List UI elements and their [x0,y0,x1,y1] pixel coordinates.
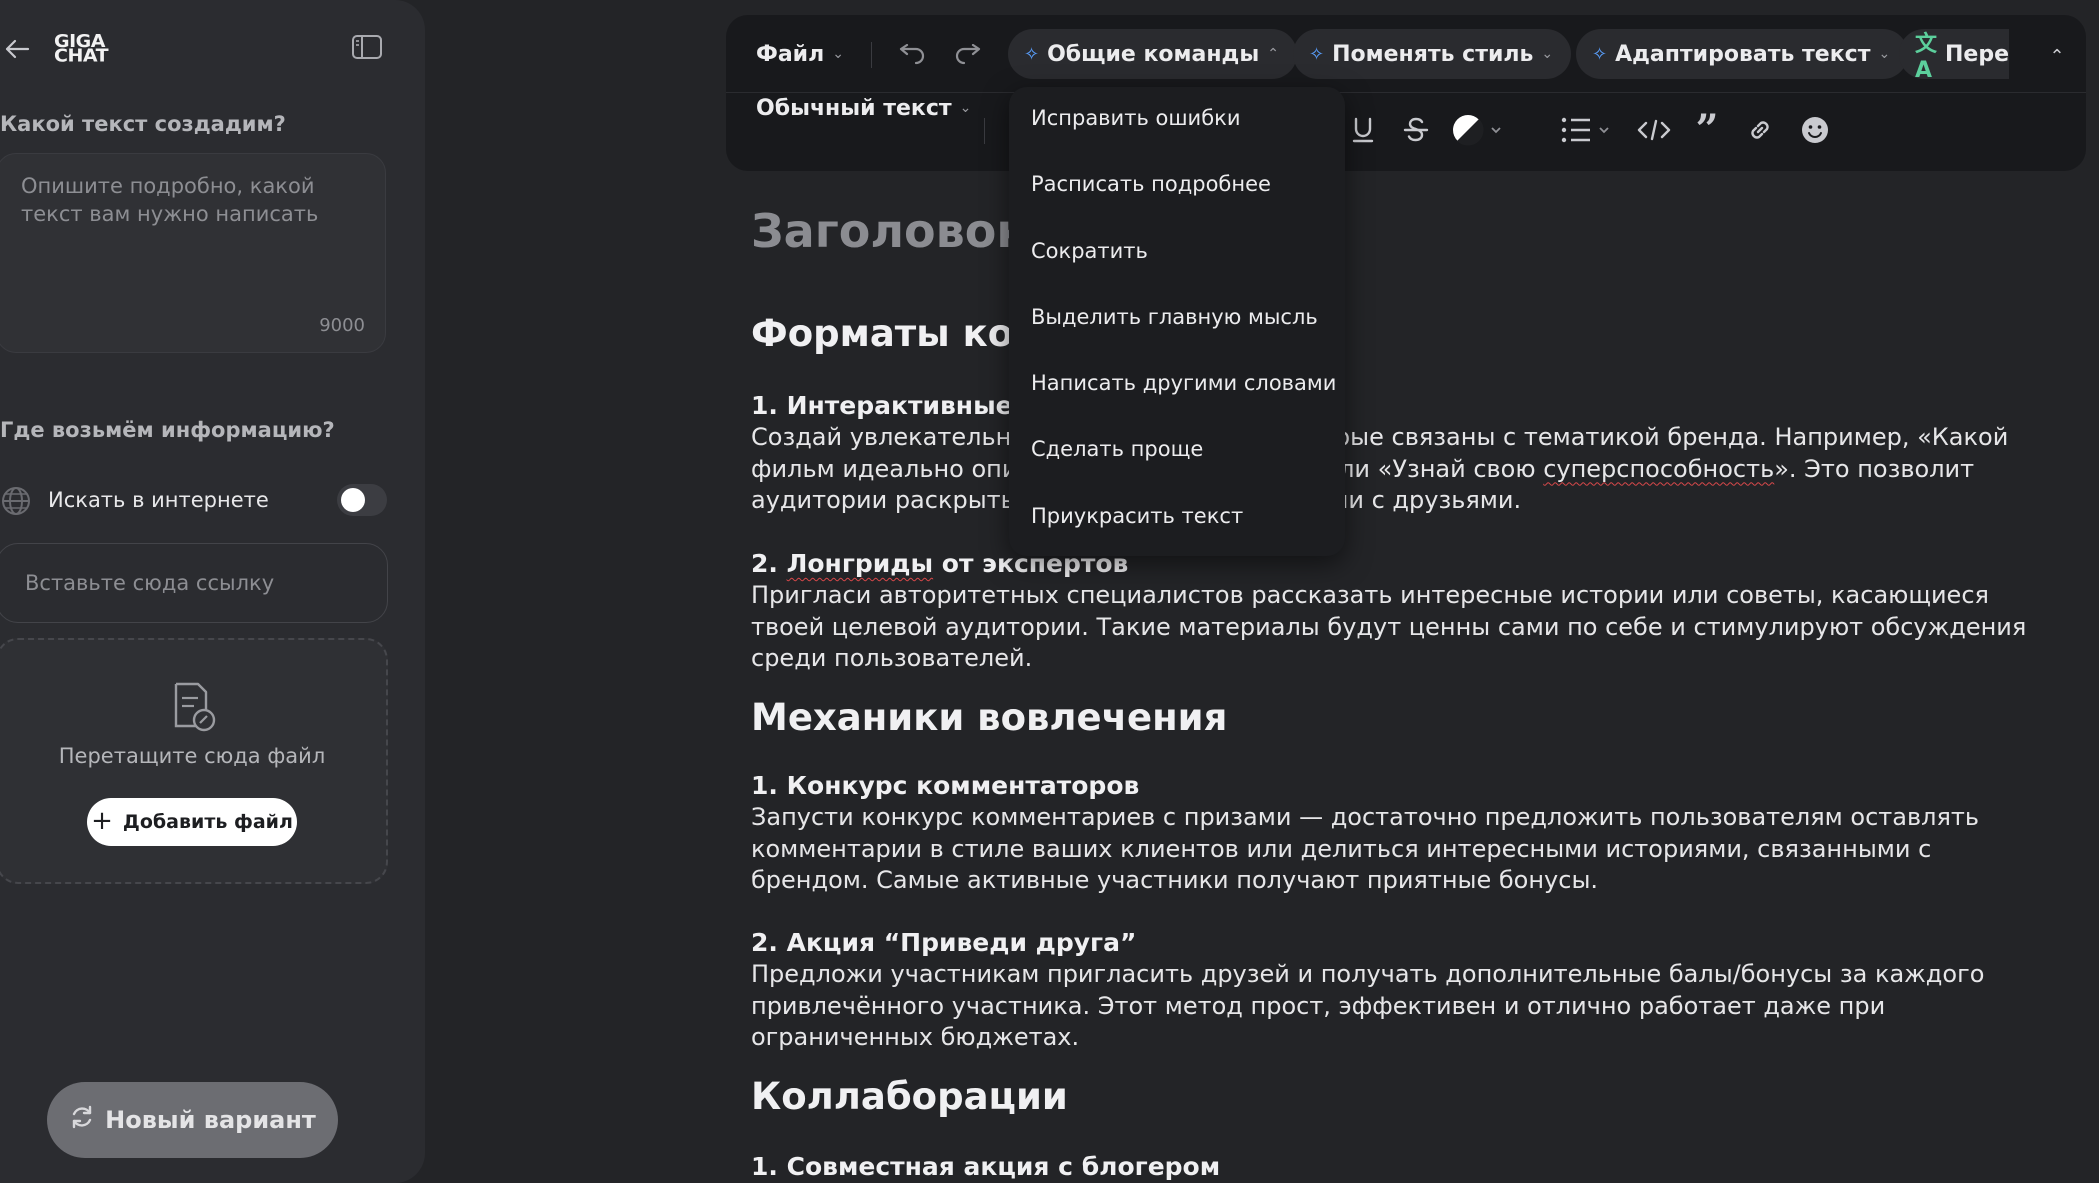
chevron-up-icon: ⌃ [1267,46,1279,62]
paragraph: Предложи участникам пригласить друзей и … [751,960,1985,1051]
menu-item-fix-errors[interactable]: Исправить ошибки [1031,106,1241,130]
editor-toolbar: Файл ⌄ ✧ Общие команды ⌃ ✧ Поменять стиль… [726,15,2086,171]
section-heading: Коллаборации [751,1075,1068,1118]
web-search-row: Искать в интернете [0,482,390,518]
text-style-label: Обычный текст [756,95,952,121]
toolbar-divider [871,42,872,68]
item-heading: 1. Интерактивные о [751,391,1039,420]
menu-item-expand[interactable]: Расписать подробнее [1031,172,1271,196]
link-icon[interactable] [1743,113,1777,147]
text-style-select[interactable]: Обычный текст ⌄ [756,83,971,133]
link-input[interactable] [0,543,388,623]
paragraph-line: Создай увлекательны торые связаны с темат… [751,422,2031,454]
gigachat-logo[interactable]: GIGA CHAT [54,32,109,67]
item-heading: 1. Совместная акция с блогером [751,1152,1221,1181]
undo-icon[interactable] [896,39,928,71]
document-title[interactable]: Заголовок [751,204,1028,258]
text-fragment: 2. [751,549,787,578]
change-style-button[interactable]: ✧ Поменять стиль ⌄ [1293,29,1572,79]
adapt-text-label: Адаптировать текст [1615,41,1871,67]
refresh-icon [69,1104,95,1136]
collapse-toolbar-icon[interactable]: ⌃ [2042,41,2072,71]
translate-button[interactable]: 文A Пере [1899,29,2009,79]
plus-icon: + [91,805,113,836]
general-commands-label: Общие команды [1047,41,1260,67]
chevron-down-icon: ⌄ [1878,46,1891,62]
text-fragment: аудитории раскрыть [751,486,1015,514]
chevron-down-icon: ⌄ [959,100,972,116]
menu-item-simplify[interactable]: Сделать проще [1031,437,1203,461]
adapt-text-button[interactable]: ✧ Адаптировать текст ⌄ [1576,29,1909,79]
menu-item-embellish[interactable]: Приукрасить текст [1031,504,1243,528]
collapse-sidebar-icon[interactable] [351,32,383,62]
character-counter: 9000 [319,315,365,336]
underline-icon[interactable] [1346,113,1380,147]
item-heading: 1. Конкурс комментаторов [751,771,1140,800]
file-menu-label: Файл [756,41,825,67]
text-fragment: торые связаны с тематикой бренда. Наприм… [1306,423,2009,451]
code-icon[interactable] [1636,113,1672,147]
menu-item-rephrase[interactable]: Написать другими словами [1031,371,1336,395]
strikethrough-icon[interactable] [1399,113,1433,147]
prompt-placeholder: Опишите подробно, какой текст вам нужно … [21,174,319,226]
misspelled-word[interactable]: суперспособность [1543,455,1774,483]
add-file-label: Добавить файл [122,811,293,833]
add-file-button[interactable]: + Добавить файл [87,798,297,846]
paragraph: Пригласи авторитетных специалистов расск… [751,581,2027,672]
sidebar: GIGA CHAT Какой текст создадим? Опишите … [0,0,425,1183]
paragraph: Создай увлекательны торые связаны с темат… [751,422,2031,517]
toolbar-row-commands: Файл ⌄ ✧ Общие команды ⌃ ✧ Поменять стиль… [726,15,2086,93]
toolbar-divider [984,118,985,144]
back-arrow-icon[interactable] [2,34,32,64]
dropzone-label: Перетащите сюда файл [58,744,326,768]
info-section-title: Где возьмём информацию? [0,418,335,442]
redo-icon[interactable] [952,39,984,71]
translate-icon: 文A [1915,31,1938,80]
sparkle-icon: ✧ [1592,43,1608,65]
section-heading: Механики вовлечения [751,696,1228,739]
prompt-section-title: Какой текст создадим? [0,112,286,136]
web-search-label: Искать в интернете [48,488,269,512]
text-color-icon[interactable] [1452,113,1506,147]
misspelled-word[interactable]: Лонгриды [787,549,933,578]
sparkle-icon: ✧ [1024,43,1040,65]
list-icon[interactable] [1560,113,1614,147]
paragraph: Запусти конкурс комментариев с призами —… [751,803,1980,894]
file-dropzone[interactable]: Перетащите сюда файл + Добавить файл [0,638,388,884]
globe-icon [0,485,32,521]
translate-label: Пере [1945,41,2009,67]
paragraph-line: фильм идеально опи или «Узнай свою суперс… [751,454,2031,486]
new-variant-label: Новый вариант [105,1106,316,1134]
text-fragment: фильм идеально опи [751,454,1018,483]
text-fragment: ии с друзьями. [1332,486,1522,514]
general-commands-menu: Исправить ошибки Расписать подробнее Сок… [1009,87,1345,556]
web-search-toggle[interactable] [337,484,387,516]
chevron-down-icon: ⌄ [1541,46,1554,62]
text-fragment: ». Это позволит [1774,454,1975,483]
menu-item-shorten[interactable]: Сократить [1031,239,1148,263]
chevron-down-icon: ⌄ [832,46,844,62]
sparkle-icon: ✧ [1309,43,1325,65]
general-commands-button[interactable]: ✧ Общие команды ⌃ [1008,29,1297,79]
logo-line-2: CHAT [54,45,109,67]
toggle-knob [341,488,365,512]
menu-item-main-idea[interactable]: Выделить главную мысль [1031,305,1318,329]
item-heading: 2. Акция “Приведи друга” [751,928,1137,957]
file-attach-icon [168,680,218,738]
paragraph-line: аудитории раскрыть ии с друзьями. [751,485,2031,517]
text-fragment: Создай увлекательны [751,423,1031,451]
change-style-label: Поменять стиль [1332,41,1534,67]
quote-icon[interactable]: ” [1690,110,1724,150]
new-variant-button[interactable]: Новый вариант [47,1082,338,1158]
file-menu-button[interactable]: Файл ⌄ [756,29,844,79]
emoji-icon[interactable] [1798,113,1832,147]
prompt-textarea[interactable]: Опишите подробно, какой текст вам нужно … [0,153,386,353]
text-fragment: или «Узнай свою [1323,454,1544,483]
